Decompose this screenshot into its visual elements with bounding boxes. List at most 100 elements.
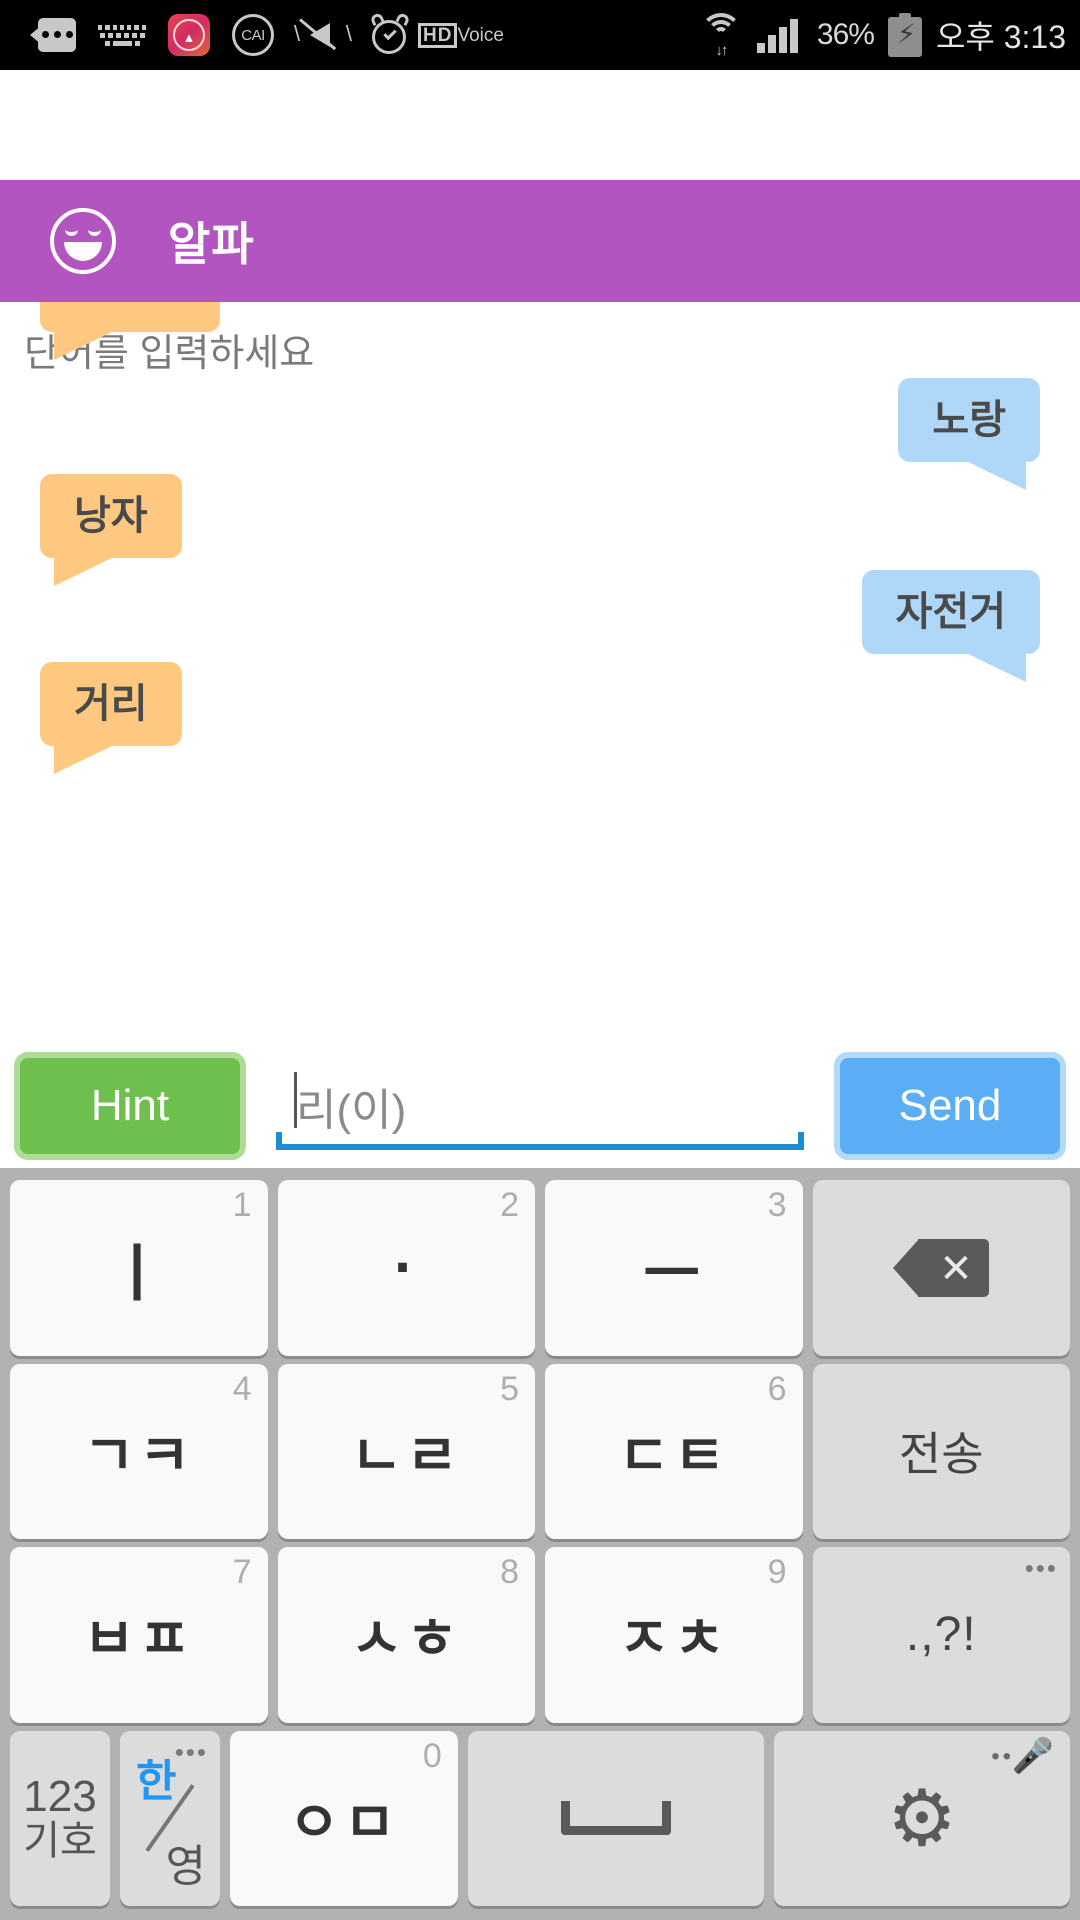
key-number-label: 7 <box>232 1553 252 1591</box>
key-jieut-chieut[interactable]: 9 ㅈㅊ <box>545 1547 803 1723</box>
word-input-field[interactable]: 리(이) <box>276 1052 804 1160</box>
key-giyeok-kieuk[interactable]: 4 ㄱㅋ <box>10 1363 268 1539</box>
keyboard-row: 123 기호 한 영 ••• 0 ㅇㅁ ⚙ •• 🎤 <box>10 1730 1070 1907</box>
microphone-icon: 🎤 <box>1011 1736 1054 1775</box>
key-dot[interactable]: 2 · <box>277 1180 535 1356</box>
chat-message-row <box>0 302 1080 360</box>
page-title: 알파 <box>168 218 255 270</box>
punctuation-label: .,?! <box>905 1608 977 1662</box>
chat-bubble-opponent: 거리 <box>40 662 182 774</box>
numeric-label: 123 <box>23 1772 97 1822</box>
key-space[interactable] <box>467 1730 764 1906</box>
send-key-label: 전송 <box>898 1428 984 1481</box>
chat-area: 단어를 입력하세요 노랑 낭자 자전거 거리 <box>0 302 1080 1044</box>
battery-percent: 36% <box>816 18 875 51</box>
wifi-hotspot-app-icon <box>168 14 210 56</box>
keyboard-icon <box>98 20 146 50</box>
chat-bubble-text: 노랑 <box>932 398 1006 442</box>
key-digeut-tieut[interactable]: 6 ㄷㅌ <box>545 1363 803 1539</box>
battery-charging-icon: ⚡ <box>887 13 922 57</box>
chat-bubble-user: 노랑 <box>898 378 1040 490</box>
chat-bubble-text: 낭자 <box>74 494 148 538</box>
key-glyph: ㅣ <box>108 1239 170 1309</box>
clock-time: 오후 3:13 <box>935 19 1066 55</box>
chat-bubble-opponent <box>40 302 220 360</box>
key-number-label: 1 <box>232 1186 252 1224</box>
hint-button[interactable]: Hint <box>14 1052 246 1160</box>
more-options-icon: ••• <box>174 1736 208 1767</box>
key-glyph: ㄷㅌ <box>618 1423 730 1487</box>
mute-vibrate-icon: \ \ <box>294 18 352 52</box>
top-whitespace <box>0 70 1080 180</box>
korean-chunjiin-keyboard: 1 ㅣ 2 · 3 ㅡ ✕ 4 ㄱㅋ 5 ㄴㄹ 6 ㄷㅌ 전송 7 ㅂㅍ 8 ㅅㅎ 9 ㅈㅊ •••.,?! 123 기호 한… <box>0 1168 1080 1920</box>
key-number-label: 3 <box>767 1186 787 1224</box>
voice-label: Voice <box>457 25 504 46</box>
backspace-icon: ✕ <box>893 1238 990 1297</box>
cai-icon: CAI <box>232 14 274 56</box>
hd-voice-icon: HD Voice <box>418 22 504 48</box>
chat-message-row: 낭자 <box>0 474 1080 586</box>
smiley-face-icon[interactable] <box>50 208 116 274</box>
key-i[interactable]: 1ㅣ <box>10 1180 268 1356</box>
input-bar: Hint 리(이) Send <box>0 1044 1080 1168</box>
alarm-icon <box>369 11 411 56</box>
key-bieup-pieup[interactable]: 7 ㅂㅍ <box>10 1547 268 1723</box>
key-number-label: 9 <box>767 1553 787 1591</box>
key-ieung-mieum[interactable]: 0 ㅇㅁ <box>230 1730 458 1906</box>
settings-graphic: ⚙ •• 🎤 <box>774 1731 1070 1907</box>
key-punctuation[interactable]: •••.,?! <box>812 1547 1070 1723</box>
chat-bubble-user: 자전거 <box>861 570 1040 682</box>
key-glyph: ㅈㅊ <box>618 1607 730 1671</box>
app-header: 알파 <box>0 180 1080 302</box>
send-button[interactable]: Send <box>834 1052 1066 1160</box>
message-icon <box>30 18 76 52</box>
space-icon <box>560 1801 671 1836</box>
language-toggle-graphic: 한 영 ••• <box>120 1731 220 1907</box>
wifi-icon: ↓↑ <box>699 13 743 58</box>
key-send[interactable]: 전송 <box>812 1363 1070 1539</box>
chat-bubble-text: 자전거 <box>895 590 1006 634</box>
key-number-label: 2 <box>500 1186 519 1224</box>
keyboard-row: 7 ㅂㅍ 8 ㅅㅎ 9 ㅈㅊ •••.,?! <box>10 1547 1070 1723</box>
hd-label: HD <box>418 22 458 48</box>
more-options-icon: ••• <box>1024 1553 1058 1583</box>
chat-message-row: 자전거 <box>0 570 1080 682</box>
key-glyph: ㅇㅁ <box>288 1790 400 1854</box>
key-glyph: · <box>393 1233 419 1303</box>
status-bar: CAI \\ HD Voice ↓↑ 36% ⚡ 오후 3:13 <box>0 0 1080 70</box>
symbol-label: 기호 <box>23 1819 97 1864</box>
key-glyph: ㅡ <box>643 1239 705 1309</box>
chat-message-row: 노랑 <box>0 378 1080 490</box>
input-underline <box>276 1132 804 1150</box>
key-eu[interactable]: 3ㅡ <box>545 1180 803 1356</box>
chat-message-row: 거리 <box>0 662 1080 774</box>
phone-screen: CAI \\ HD Voice ↓↑ 36% ⚡ 오후 3:13 <box>0 0 1080 1920</box>
key-number-label: 6 <box>767 1369 787 1408</box>
key-number-label: 4 <box>232 1369 252 1408</box>
key-glyph: ㅂㅍ <box>83 1607 195 1671</box>
word-input-value: 리(이) <box>296 1086 407 1135</box>
key-glyph: ㄱㅋ <box>83 1423 195 1487</box>
key-nieun-rieul[interactable]: 5 ㄴㄹ <box>277 1363 535 1539</box>
key-number-label: 8 <box>500 1553 519 1591</box>
key-backspace[interactable]: ✕ <box>812 1180 1070 1356</box>
numeric-symbol-label: 123 기호 <box>23 1772 97 1864</box>
keyboard-row: 1 ㅣ 2 · 3 ㅡ ✕ <box>10 1180 1070 1356</box>
key-glyph: ㅅㅎ <box>350 1607 462 1671</box>
key-siot-hieut[interactable]: 8 ㅅㅎ <box>277 1547 535 1723</box>
key-glyph: ㄴㄹ <box>350 1423 462 1487</box>
english-label: 영 <box>165 1842 206 1891</box>
status-bar-left-icons: CAI \\ HD Voice <box>30 11 699 56</box>
key-numeric-symbol[interactable]: 123 기호 <box>10 1730 110 1906</box>
korean-label: 한 <box>136 1756 177 1806</box>
status-bar-right-icons: ↓↑ 36% ⚡ 오후 3:13 <box>699 12 1066 58</box>
key-settings[interactable]: ⚙ •• 🎤 <box>773 1730 1070 1907</box>
key-number-label: 5 <box>500 1369 519 1408</box>
more-options-icon: •• <box>991 1742 1014 1770</box>
chat-bubble-text: 거리 <box>74 682 148 726</box>
key-number-label: 0 <box>422 1736 442 1775</box>
signal-icon <box>756 17 803 53</box>
key-language-toggle[interactable]: 한 영 ••• <box>120 1730 220 1907</box>
keyboard-row: 4 ㄱㅋ 5 ㄴㄹ 6 ㄷㅌ 전송 <box>10 1363 1070 1539</box>
chat-bubble-opponent: 낭자 <box>40 474 182 586</box>
